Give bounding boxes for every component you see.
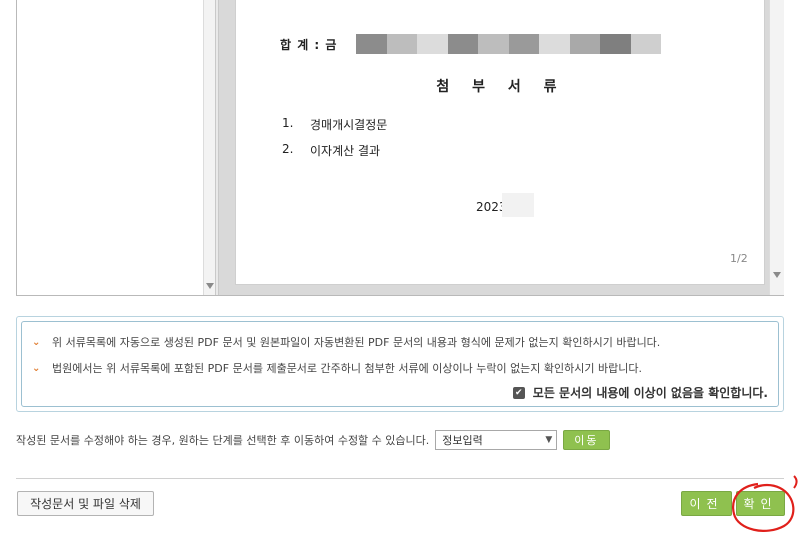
redaction-block [386, 34, 417, 54]
confirm-checkbox-row[interactable]: ✔ 모든 문서의 내용에 이상이 없음을 확인합니다. [512, 384, 768, 401]
scroll-down-arrow-icon[interactable] [206, 283, 214, 289]
notice-inner-box: ⌄ 위 서류목록에 자동으로 생성된 PDF 문서 및 원본파일이 자동변환된 … [21, 321, 779, 407]
document-viewer: 합 계 : 금 첨 부 서 류 1. 경매개시결정문 2. 이자계산 결과 20… [16, 0, 784, 296]
confirmation-notice: ⌄ 위 서류목록에 자동으로 생성된 PDF 문서 및 원본파일이 자동변환된 … [16, 316, 784, 412]
redaction-block [539, 34, 570, 54]
redaction-block [417, 34, 448, 54]
page-indicator: 1/2 [730, 252, 748, 265]
chevron-down-icon: ▼ [545, 435, 553, 445]
step-select[interactable]: 정보입력 ▼ [435, 430, 558, 450]
confirm-button[interactable]: 확인 [736, 491, 785, 516]
redaction-block [356, 34, 387, 54]
redaction-block [630, 34, 661, 54]
previous-button[interactable]: 이전 [681, 491, 732, 516]
edit-step-instruction: 작성된 문서를 수정해야 하는 경우, 원하는 단계를 선택한 후 이동하여 수… [16, 434, 430, 447]
notice-line: ⌄ 법원에서는 위 서류목록에 포함된 PDF 문서를 제출문서로 간주하니 첨… [32, 360, 642, 376]
total-amount-label: 합 계 : 금 [280, 38, 338, 52]
redaction-block [569, 34, 600, 54]
attachment-text: 경매개시결정문 [310, 118, 388, 132]
edit-step-row: 작성된 문서를 수정해야 하는 경우, 원하는 단계를 선택한 후 이동하여 수… [16, 430, 610, 450]
right-scrollbar[interactable] [769, 0, 784, 295]
left-scrollbar[interactable] [203, 0, 215, 295]
page: 합 계 : 금 첨 부 서 류 1. 경매개시결정문 2. 이자계산 결과 20… [0, 0, 800, 540]
notice-text: 법원에서는 위 서류목록에 포함된 PDF 문서를 제출문서로 간주하니 첨부한… [52, 362, 642, 375]
confirm-checkbox[interactable]: ✔ [512, 386, 525, 399]
redacted-date [502, 193, 534, 217]
attachment-number: 1. [282, 116, 294, 130]
attachment-number: 2. [282, 142, 294, 156]
notice-text: 위 서류목록에 자동으로 생성된 PDF 문서 및 원본파일이 자동변환된 PD… [52, 336, 661, 349]
redaction-block [447, 34, 478, 54]
notice-line: ⌄ 위 서류목록에 자동으로 생성된 PDF 문서 및 원본파일이 자동변환된 … [32, 334, 660, 350]
chevron-down-icon: ⌄ [32, 362, 41, 374]
scroll-down-arrow-icon[interactable] [773, 272, 781, 278]
step-select-value: 정보입력 [442, 434, 483, 447]
redaction-block [508, 34, 539, 54]
redacted-amount [356, 34, 661, 54]
document-page: 합 계 : 금 첨 부 서 류 1. 경매개시결정문 2. 이자계산 결과 20… [235, 0, 765, 285]
redaction-block [478, 34, 509, 54]
redaction-block [600, 34, 631, 54]
attachment-item: 1. 경매개시결정문 [282, 116, 387, 133]
chevron-down-icon: ⌄ [32, 336, 41, 348]
attachments-title: 첨 부 서 류 [436, 79, 566, 95]
confirm-checkbox-label[interactable]: 모든 문서의 내용에 이상이 없음을 확인합니다. [533, 384, 768, 401]
document-list-pane [17, 0, 203, 295]
attachment-text: 이자계산 결과 [310, 144, 381, 158]
delete-documents-button[interactable]: 작성문서 및 파일 삭제 [17, 491, 154, 516]
divider [16, 478, 784, 479]
move-button[interactable]: 이동 [563, 430, 610, 450]
attachment-item: 2. 이자계산 결과 [282, 142, 380, 159]
